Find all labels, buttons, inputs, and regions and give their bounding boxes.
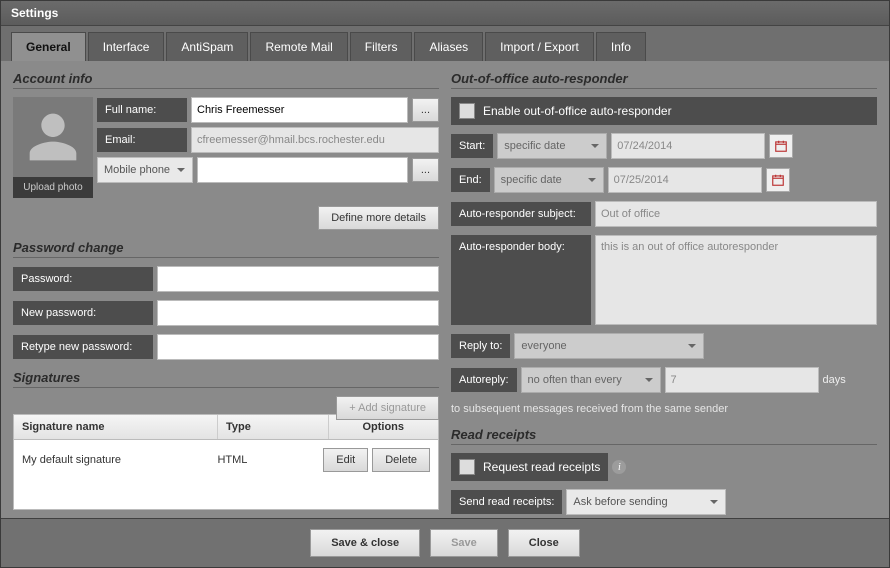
request-receipts-label: Request read receipts: [483, 460, 600, 474]
request-receipts-checkbox[interactable]: [459, 459, 475, 475]
window-title: Settings: [1, 1, 889, 26]
ooo-subject-input[interactable]: [595, 201, 877, 227]
request-receipts-row: Request read receipts: [451, 453, 608, 481]
save-close-button[interactable]: Save & close: [310, 529, 420, 557]
enable-ooo-checkbox[interactable]: [459, 103, 475, 119]
tab-general[interactable]: General: [11, 32, 86, 61]
enable-ooo-row: Enable out-of-office auto-responder: [451, 97, 877, 125]
footer-bar: Save & close Save Close: [1, 518, 889, 567]
start-calendar-icon[interactable]: [769, 134, 793, 158]
send-receipts-label: Send read receipts:: [451, 490, 562, 514]
contact-value-input[interactable]: [197, 157, 408, 183]
reply-to-label: Reply to:: [451, 334, 510, 358]
define-more-details-button[interactable]: Define more details: [318, 206, 439, 230]
section-out-of-office: Out-of-office auto-responder: [451, 69, 877, 89]
ooo-subject-label: Auto-responder subject:: [451, 202, 591, 226]
avatar-placeholder: [13, 97, 93, 177]
autoreply-label: Autoreply:: [451, 368, 517, 392]
end-label: End:: [451, 168, 490, 192]
new-password-label: New password:: [13, 301, 153, 325]
right-column: Out-of-office auto-responder Enable out-…: [451, 69, 877, 510]
tab-interface[interactable]: Interface: [88, 32, 165, 61]
enable-ooo-label: Enable out-of-office auto-responder: [483, 104, 672, 118]
section-password-change: Password change: [13, 238, 439, 258]
tab-aliases[interactable]: Aliases: [414, 32, 483, 61]
settings-window: Settings General Interface AntiSpam Remo…: [0, 0, 890, 568]
autoreply-days-input[interactable]: [665, 367, 819, 393]
end-mode-select[interactable]: specific date: [494, 167, 604, 193]
add-signature-button[interactable]: + Add signature: [336, 396, 439, 420]
signature-type-cell: HTML: [209, 450, 315, 470]
autoreply-unit: days: [823, 374, 846, 386]
email-label: Email:: [97, 128, 187, 152]
tab-bar: General Interface AntiSpam Remote Mail F…: [1, 26, 889, 61]
signature-edit-button[interactable]: Edit: [323, 448, 368, 472]
email-input: [191, 127, 439, 153]
section-signatures: Signatures: [13, 368, 439, 388]
password-label: Password:: [13, 267, 153, 291]
signature-delete-button[interactable]: Delete: [372, 448, 430, 472]
save-button[interactable]: Save: [430, 529, 498, 557]
retype-password-input[interactable]: [157, 334, 439, 360]
info-icon[interactable]: i: [612, 460, 626, 474]
start-mode-select[interactable]: specific date: [497, 133, 607, 159]
tab-filters[interactable]: Filters: [350, 32, 413, 61]
table-row: My default signature HTML Edit Delete: [14, 440, 438, 480]
close-button[interactable]: Close: [508, 529, 580, 557]
ooo-body-label: Auto-responder body:: [451, 235, 591, 325]
contact-more-button[interactable]: ...: [412, 158, 439, 182]
contact-type-select[interactable]: Mobile phone: [97, 157, 193, 183]
fullname-more-button[interactable]: ...: [412, 98, 439, 122]
left-column: Account info Upload photo Full name: ...: [13, 69, 439, 510]
ooo-body-textarea[interactable]: this is an out of office autoresponder: [595, 235, 877, 325]
tab-remote-mail[interactable]: Remote Mail: [250, 32, 347, 61]
autoreply-note: to subsequent messages received from the…: [451, 401, 877, 417]
upload-photo-button[interactable]: Upload photo: [13, 177, 93, 198]
signatures-table: Signature name Type Options My default s…: [13, 414, 439, 510]
fullname-input[interactable]: [191, 97, 408, 123]
start-date-input[interactable]: [611, 133, 765, 159]
retype-password-label: Retype new password:: [13, 335, 153, 359]
reply-to-select[interactable]: everyone: [514, 333, 704, 359]
end-date-input[interactable]: [608, 167, 762, 193]
fullname-label: Full name:: [97, 98, 187, 122]
autoreply-mode-select[interactable]: no often than every: [521, 367, 661, 393]
send-receipts-select[interactable]: Ask before sending: [566, 489, 726, 515]
avatar-block: Upload photo: [13, 97, 93, 198]
section-read-receipts: Read receipts: [451, 425, 877, 445]
section-account-info: Account info: [13, 69, 439, 89]
end-calendar-icon[interactable]: [766, 168, 790, 192]
tab-import-export[interactable]: Import / Export: [485, 32, 594, 61]
tab-info[interactable]: Info: [596, 32, 646, 61]
tab-antispam[interactable]: AntiSpam: [166, 32, 248, 61]
password-input[interactable]: [157, 266, 439, 292]
person-icon: [25, 109, 81, 165]
signature-name-cell: My default signature: [14, 450, 209, 470]
new-password-input[interactable]: [157, 300, 439, 326]
start-label: Start:: [451, 134, 493, 158]
content-area: Account info Upload photo Full name: ...: [1, 61, 889, 518]
